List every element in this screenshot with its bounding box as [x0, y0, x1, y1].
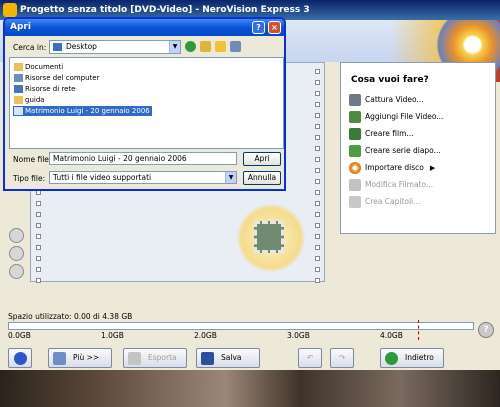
new-folder-icon[interactable] [215, 41, 226, 52]
file-type-label: Tipo file: [13, 174, 46, 183]
dialog-title: Apri [10, 22, 31, 32]
file-type-dropdown[interactable]: Tutti i file video supportati ▼ [49, 171, 237, 184]
file-name-input[interactable]: Matrimonio Luigi - 20 gennaio 2006 [49, 152, 237, 165]
space-used-label: Spazio utilizzato: 0.00 di 4.38 GB [8, 312, 133, 321]
main-window-title: Progetto senza titolo [DVD-Video] - Nero… [20, 5, 310, 15]
folder-icon [14, 96, 23, 104]
chevron-down-icon: ▼ [169, 41, 180, 53]
film-strip-right [312, 63, 322, 283]
camera-icon [349, 94, 361, 106]
dialog-help-button[interactable]: ? [252, 21, 265, 34]
task-panel-title: Cosa vuoi fare? [351, 75, 429, 85]
disc-capacity-marker [418, 320, 419, 340]
network-icon [14, 85, 23, 93]
help-icon [14, 352, 27, 365]
task-import-disc[interactable]: Importare disco ▶ [349, 161, 435, 175]
dialog-close-button[interactable]: × [268, 21, 281, 34]
open-file-dialog: Apri ? × Cerca in: Desktop ▼ Documenti R… [3, 17, 286, 191]
space-tick: 0.0GB [8, 331, 31, 340]
more-button[interactable]: Più >> [48, 348, 112, 368]
save-button[interactable]: Salva [196, 348, 260, 368]
file-list[interactable]: Documenti Risorse del computer Risorse d… [9, 57, 284, 149]
task-create-movie[interactable]: Creare film... [349, 127, 414, 141]
task-panel: Cosa vuoi fare? Cattura Video... Aggiung… [340, 62, 496, 234]
list-item[interactable]: guida [13, 95, 45, 105]
cancel-button[interactable]: Annulla [243, 171, 281, 185]
file-name-label: Nome file: [13, 155, 52, 164]
back-icon[interactable] [185, 41, 196, 52]
desktop-background-photo [0, 370, 500, 407]
open-button[interactable]: Apri [243, 152, 281, 166]
task-create-chapters[interactable]: Crea Capitoli... [349, 195, 420, 209]
list-item[interactable]: Risorse di rete [13, 84, 76, 94]
move-down-button[interactable] [9, 246, 24, 261]
computer-icon [14, 74, 23, 82]
undo-button[interactable]: ↶ [298, 348, 322, 368]
back-arrow-icon [385, 352, 398, 365]
space-tick: 4.0GB [380, 331, 403, 340]
redo-button[interactable]: ↷ [330, 348, 354, 368]
help-button[interactable] [8, 348, 32, 368]
nerovision-app-icon [3, 3, 17, 17]
move-up-button[interactable] [9, 228, 24, 243]
space-tick: 2.0GB [194, 331, 217, 340]
chapters-icon [349, 196, 361, 208]
redo-icon: ↷ [338, 353, 346, 362]
list-item[interactable]: Risorse del computer [13, 73, 99, 83]
slideshow-icon [349, 145, 361, 157]
look-in-dropdown[interactable]: Desktop ▼ [49, 40, 181, 54]
desktop-icon [53, 43, 62, 51]
submenu-arrow-icon: ▶ [429, 164, 436, 172]
edit-movie-icon [349, 179, 361, 191]
dialog-titlebar[interactable]: Apri [5, 19, 284, 36]
back-button[interactable]: Indietro [380, 348, 444, 368]
undo-icon: ↶ [306, 353, 314, 362]
task-add-video-files[interactable]: Aggiungi File Video... [349, 110, 443, 124]
up-folder-icon[interactable] [200, 41, 211, 52]
export-button[interactable]: Esporta [123, 348, 187, 368]
more-options-icon [53, 352, 66, 365]
export-icon [128, 352, 141, 365]
space-tick: 1.0GB [101, 331, 124, 340]
folder-icon [14, 63, 23, 71]
chevron-down-icon: ▼ [225, 172, 236, 183]
space-usage-bar [8, 322, 474, 330]
disc-icon [349, 162, 361, 174]
list-item[interactable]: Documenti [13, 62, 63, 72]
film-add-icon [349, 111, 361, 123]
task-create-slideshow[interactable]: Creare serie diapo... [349, 144, 441, 158]
help-icon[interactable]: ? [478, 322, 494, 338]
task-capture-video[interactable]: Cattura Video... [349, 93, 424, 107]
floppy-disk-icon [201, 352, 214, 365]
video-file-icon [14, 107, 23, 115]
delete-item-button[interactable] [9, 264, 24, 279]
look-in-label: Cerca in: [13, 43, 47, 52]
space-tick: 3.0GB [287, 331, 310, 340]
film-create-icon [349, 128, 361, 140]
view-menu-icon[interactable] [230, 41, 241, 52]
task-edit-movie[interactable]: Modifica Filmato... [349, 178, 433, 192]
list-item[interactable]: Matrimonio Luigi - 20 gennaio 2006 [13, 106, 152, 116]
dvd-video-watermark-icon [236, 203, 306, 273]
